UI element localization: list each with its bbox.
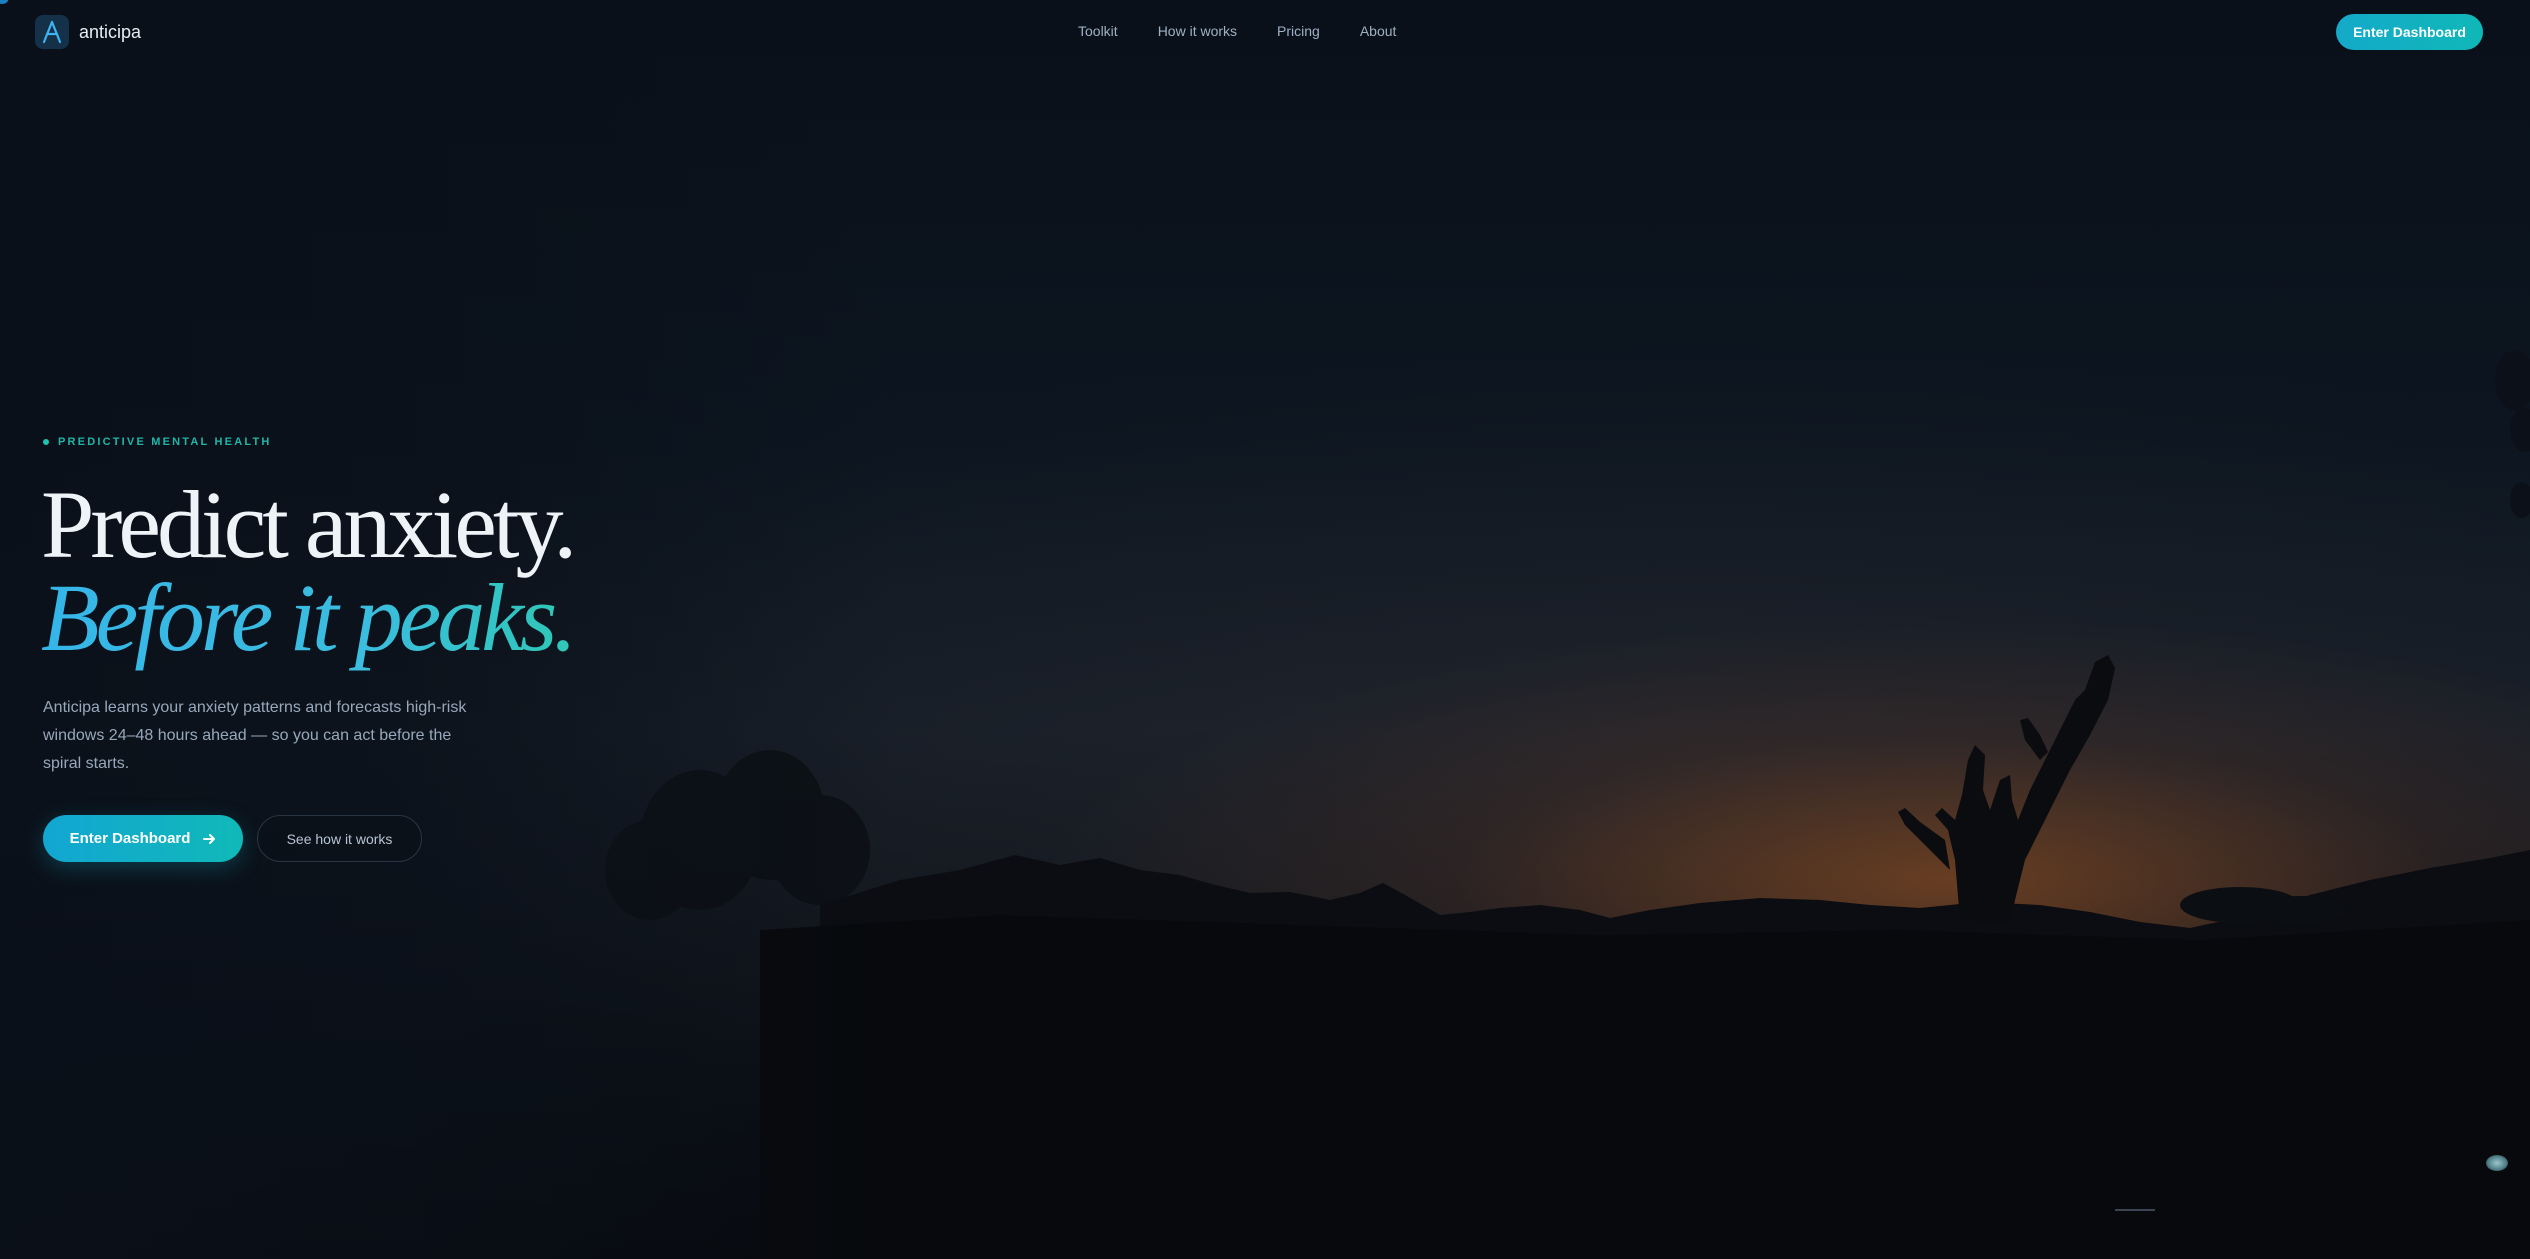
brand-link[interactable]: anticipa bbox=[35, 15, 141, 49]
nav-link-about[interactable]: About bbox=[1360, 23, 1397, 39]
nav-link-toolkit[interactable]: Toolkit bbox=[1078, 23, 1118, 39]
hero-subcopy: Anticipa learns your anxiety patterns an… bbox=[43, 699, 467, 772]
nav-enter-dashboard-button[interactable]: Enter Dashboard bbox=[2336, 14, 2483, 50]
nav-links: Toolkit How it works Pricing About bbox=[1078, 23, 1396, 39]
distant-light bbox=[2115, 1209, 2155, 1211]
dead-tree-silhouette bbox=[1898, 655, 2115, 925]
nav-link-how-it-works[interactable]: How it works bbox=[1158, 23, 1237, 39]
eyebrow-text: PREDICTIVE MENTAL HEALTH bbox=[58, 436, 272, 448]
see-how-it-works-button[interactable]: See how it works bbox=[257, 815, 422, 862]
primary-cta-label: Enter Dashboard bbox=[69, 830, 191, 847]
foreground-ground bbox=[760, 915, 2530, 1259]
letter-a-logo-icon bbox=[35, 15, 69, 49]
landing-page: anticipa Toolkit How it works Pricing Ab… bbox=[0, 0, 2530, 1259]
brand-name: anticipa bbox=[79, 21, 142, 42]
hero-headline-line2: Before it peaks. bbox=[41, 564, 577, 671]
leaves-right-edge bbox=[2495, 350, 2530, 518]
top-navigation: anticipa Toolkit How it works Pricing Ab… bbox=[0, 0, 2530, 64]
hero-eyebrow: PREDICTIVE MENTAL HEALTH bbox=[43, 436, 272, 448]
nav-link-pricing[interactable]: Pricing bbox=[1277, 23, 1320, 39]
eyebrow-dot-icon bbox=[43, 439, 49, 445]
arrow-right-icon bbox=[203, 833, 216, 844]
hero-enter-dashboard-button[interactable]: Enter Dashboard bbox=[43, 815, 243, 862]
chat-widget-icon[interactable] bbox=[2486, 1155, 2508, 1171]
